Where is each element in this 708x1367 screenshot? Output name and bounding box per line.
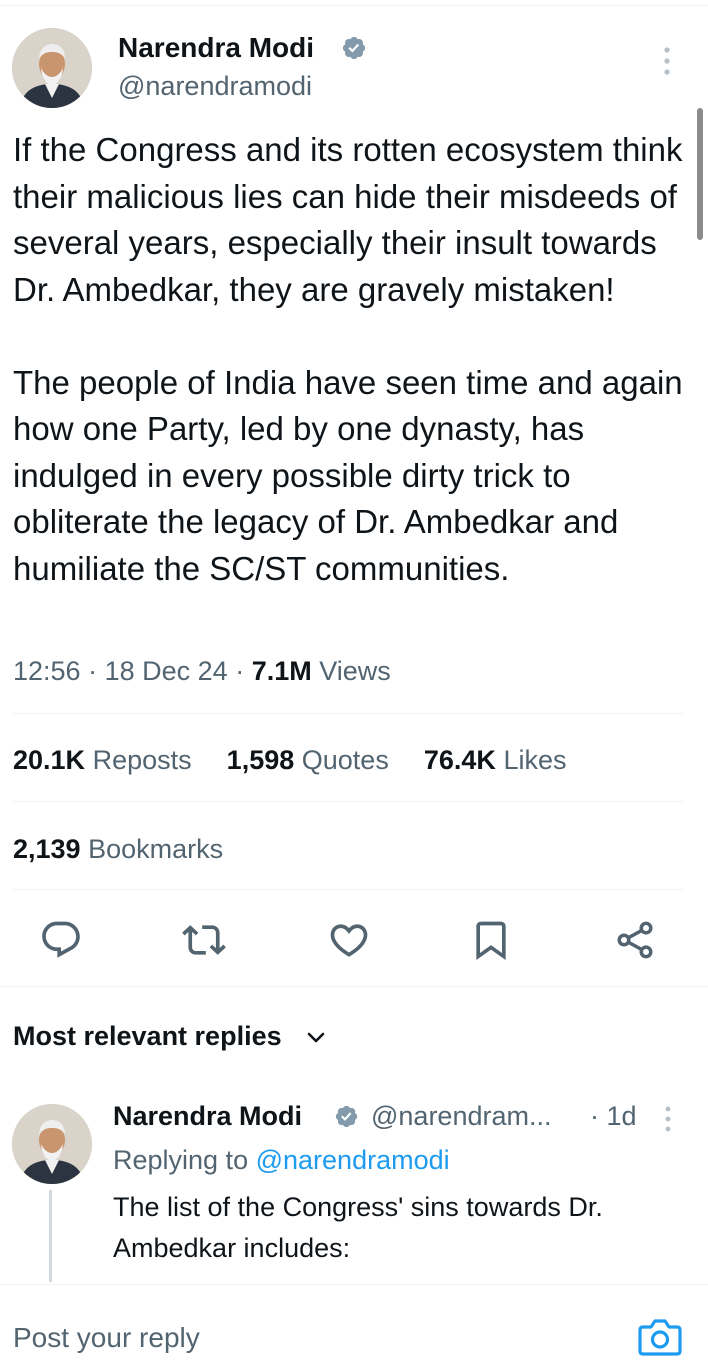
divider (0, 1284, 708, 1285)
reply-author-avatar[interactable] (12, 1104, 92, 1184)
thread-connector (49, 1190, 52, 1282)
author-avatar[interactable] (12, 28, 92, 108)
scrollbar[interactable] (697, 108, 703, 240)
replying-to-handle[interactable]: @narendramodi (256, 1145, 450, 1175)
share-icon (617, 921, 653, 959)
reply-author-name[interactable]: Narendra Modi (113, 1100, 302, 1132)
bookmarks-stat[interactable]: 2,139 Bookmarks (13, 832, 223, 866)
repost-button[interactable] (182, 918, 226, 962)
reposts-stat[interactable]: 20.1K Reposts (13, 745, 192, 775)
divider (0, 986, 708, 987)
share-button[interactable] (613, 918, 657, 962)
likes-stat[interactable]: 76.4K Likes (424, 745, 567, 775)
divider (13, 713, 684, 714)
tweet-text: If the Congress and its rotten ecosystem… (13, 131, 683, 587)
engagement-stats: 20.1K Reposts 1,598 Quotes 76.4K Likes (13, 743, 566, 777)
tweet-date[interactable]: 18 Dec 24 (105, 656, 228, 686)
more-options-icon[interactable] (659, 1104, 677, 1134)
quotes-stat[interactable]: 1,598 Quotes (227, 745, 389, 775)
bookmark-button[interactable] (469, 918, 513, 962)
divider (13, 801, 684, 802)
reply-text: The list of the Congress' sins towards D… (113, 1192, 603, 1263)
reply-button[interactable] (39, 918, 83, 962)
more-options-icon[interactable] (656, 44, 678, 78)
camera-icon[interactable] (637, 1316, 683, 1358)
tweet-time[interactable]: 12:56 (13, 656, 81, 686)
replying-to: Replying to @narendramodi (113, 1145, 450, 1175)
reply-input[interactable]: Post your reply (13, 1320, 200, 1356)
repost-icon (182, 925, 226, 955)
views-label: Views (319, 656, 391, 686)
like-icon (330, 924, 368, 957)
tweet-meta: 12:56 · 18 Dec 24 · 7.1M Views (13, 656, 391, 686)
author-name[interactable]: Narendra Modi (118, 32, 314, 64)
like-button[interactable] (327, 918, 371, 962)
chevron-down-icon[interactable] (304, 1025, 328, 1049)
bookmark-icon (476, 921, 506, 961)
top-divider (0, 5, 708, 6)
replies-sort-label[interactable]: Most relevant replies (13, 1019, 282, 1053)
reply-icon (42, 921, 80, 958)
divider (13, 889, 684, 890)
verified-badge-icon (342, 36, 366, 60)
verified-badge-icon (335, 1105, 358, 1128)
reply-author-handle[interactable]: @narendram... (371, 1100, 571, 1132)
reply-time[interactable]: · 1d (590, 1100, 637, 1132)
views-count[interactable]: 7.1M (252, 656, 312, 686)
author-handle[interactable]: @narendramodi (118, 70, 312, 102)
